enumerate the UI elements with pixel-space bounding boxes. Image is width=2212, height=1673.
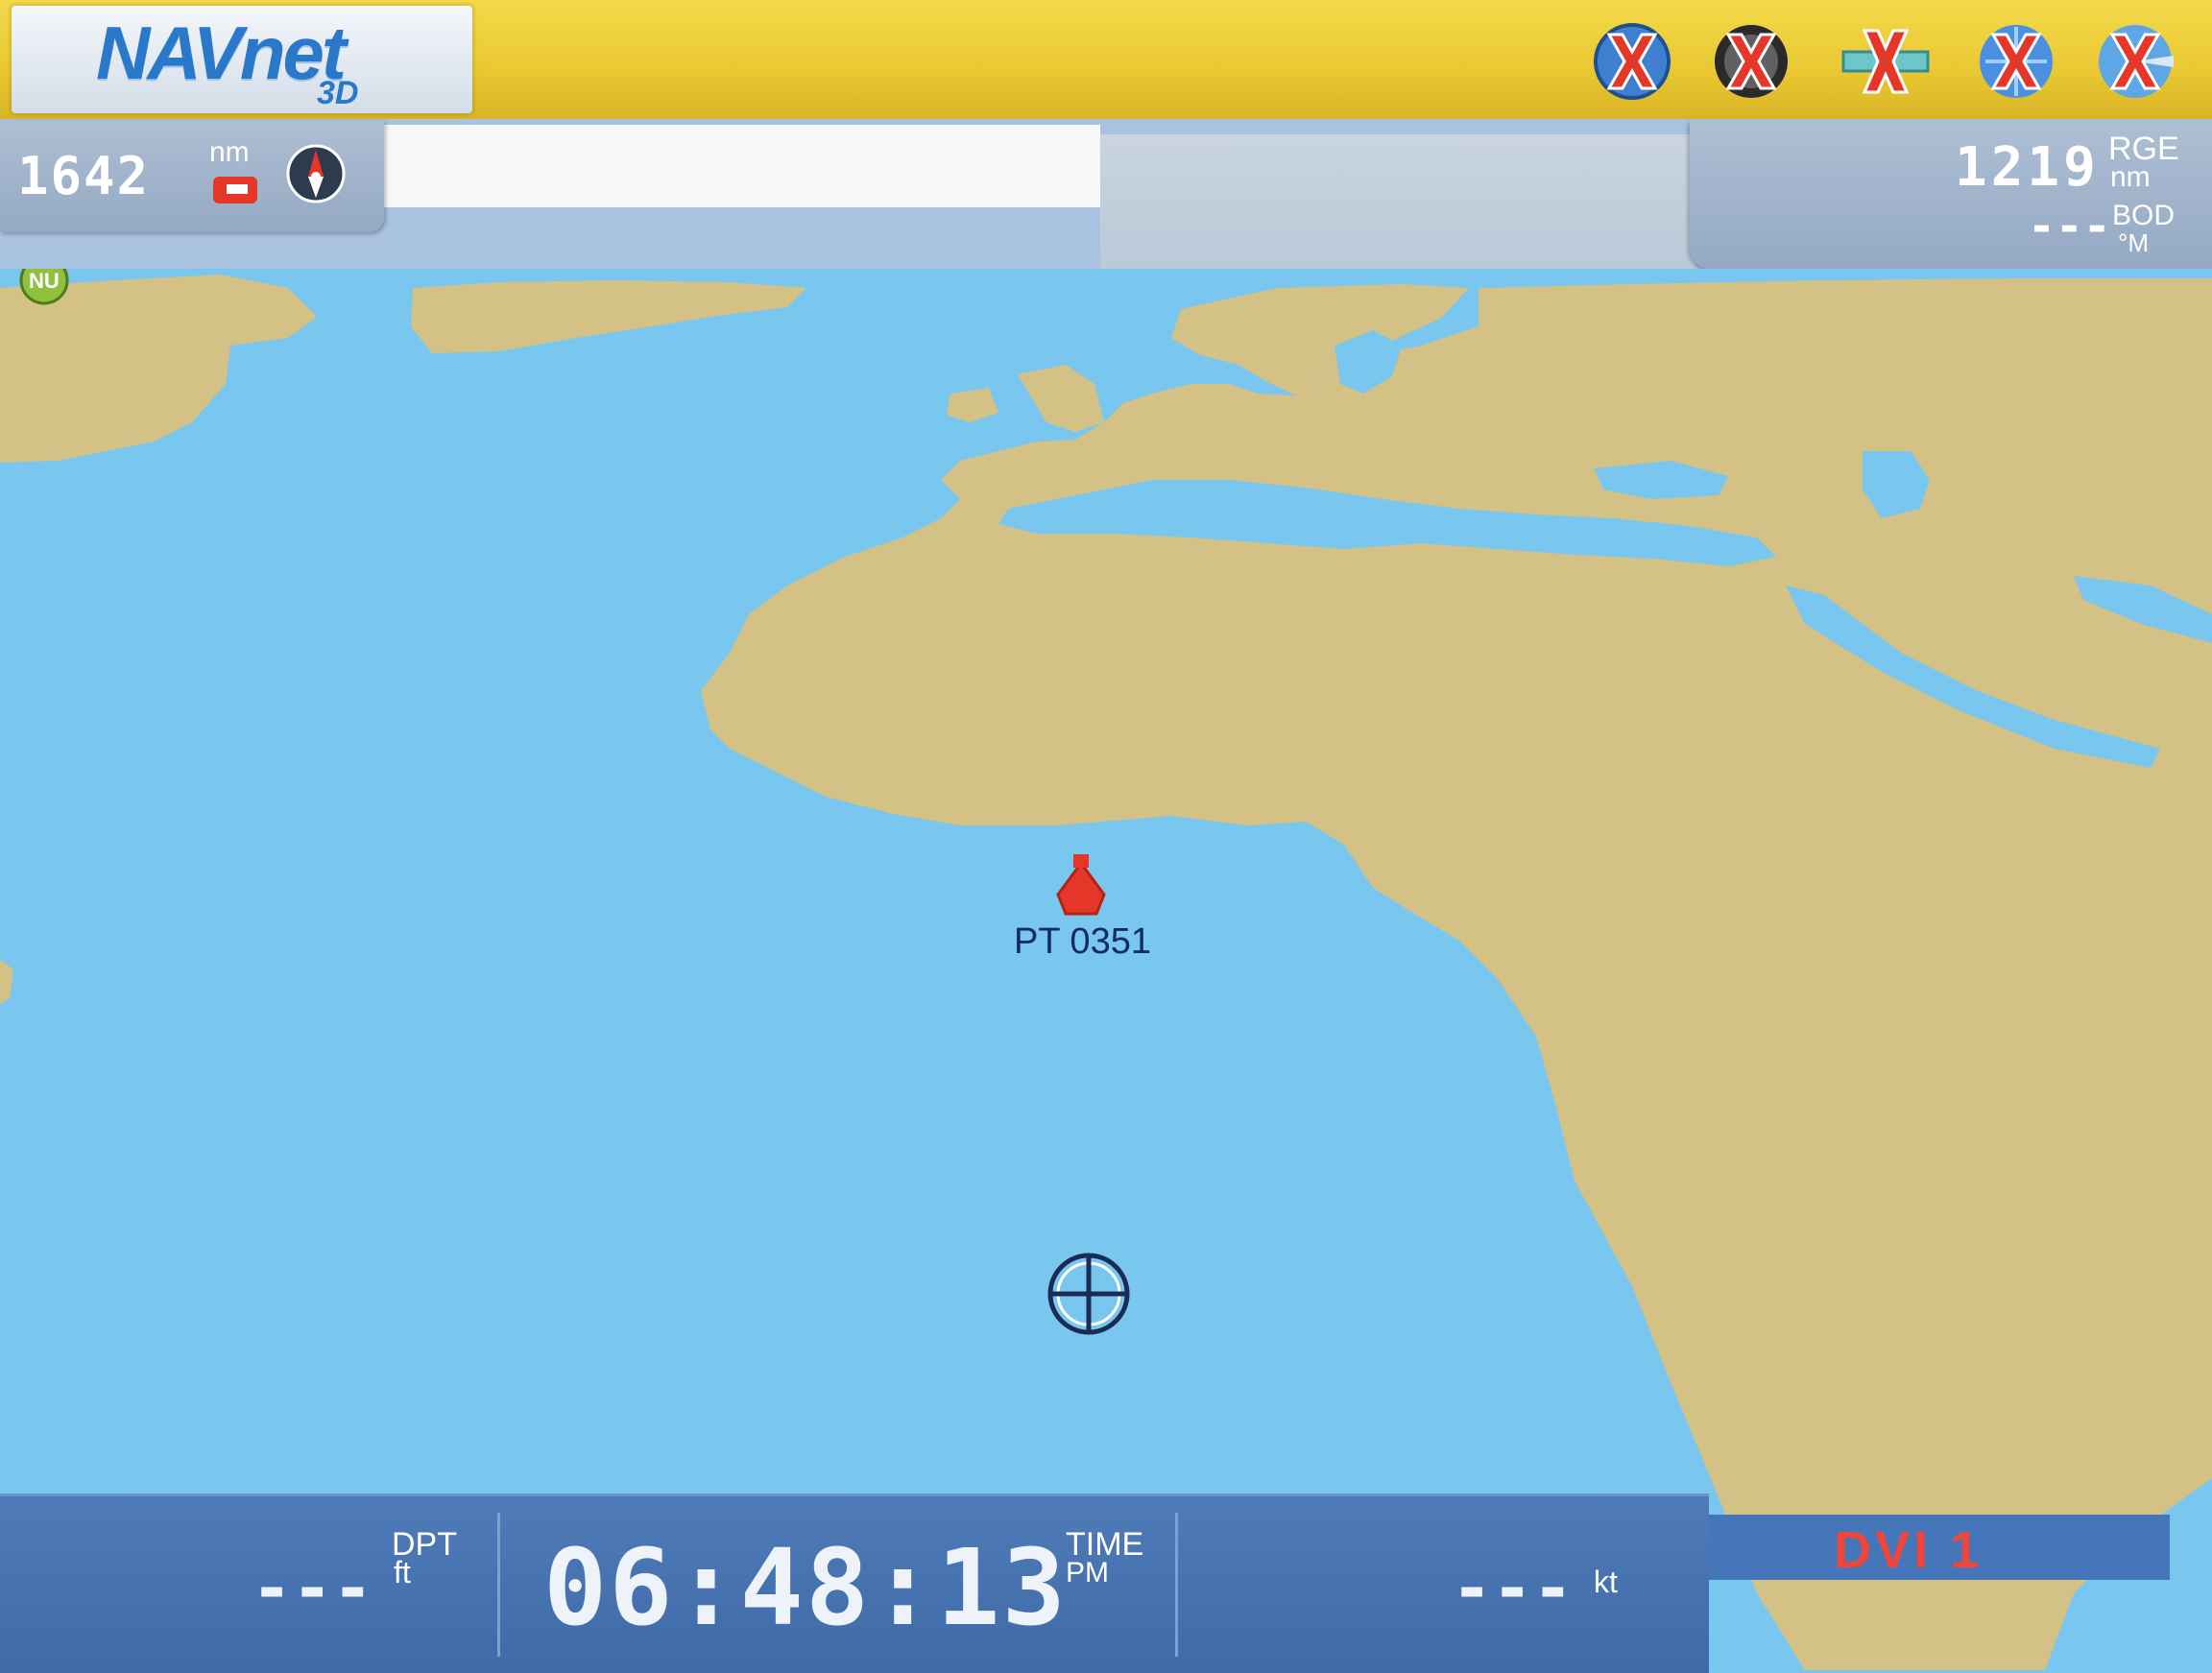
time-ampm: PM [1066,1557,1109,1589]
time-value: 06:48:13 [543,1526,1068,1649]
input-source-label: DVI 1 [1834,1521,1984,1579]
info-strip-mid [1100,134,1695,282]
bod-unit: °M [2118,228,2150,257]
logo-text: NAVnet [96,11,347,95]
data-bar-divider [497,1513,500,1657]
title-bar: NAVnet 3D [0,0,2212,119]
depth-unit: ft [394,1555,411,1589]
radar-disconnected-icon[interactable] [2091,17,2179,106]
network-disconnected-icon[interactable] [1972,17,2060,106]
data-bar-divider [1175,1513,1178,1657]
nautical-chart[interactable] [0,269,2212,1670]
range-box[interactable]: 1642 nm [0,121,384,232]
info-strip-blank [380,125,1100,207]
logo-sub-text: 3D [317,75,359,111]
target-box[interactable]: 1219 RGE nm --- BOD °M [1690,121,2212,269]
rge-value: 1219 [1955,136,2100,199]
range-value: 1642 [17,146,151,206]
bod-label: BOD [2112,200,2176,231]
depth-value: --- [252,1549,373,1628]
sensor-status-icons [1588,13,2179,109]
waypoint-label: PT 0351 [1014,921,1151,962]
satellite-disconnected-icon[interactable] [1826,17,1941,106]
range-unit: nm [209,136,250,168]
cursor-crosshair-icon[interactable] [1047,1253,1130,1335]
navnet-logo: NAVnet 3D [12,6,472,113]
heading-compass-icon[interactable] [284,142,348,205]
bod-value: --- [2028,200,2111,253]
speed-value: --- [1452,1549,1574,1628]
range-scale-icon [213,177,257,203]
gps-disconnected-icon[interactable] [1588,17,1676,106]
rge-unit: nm [2110,161,2151,193]
compass-disconnected-icon[interactable] [1707,17,1795,106]
north-up-label: NU [29,269,60,293]
speed-unit: kt [1594,1565,1618,1599]
